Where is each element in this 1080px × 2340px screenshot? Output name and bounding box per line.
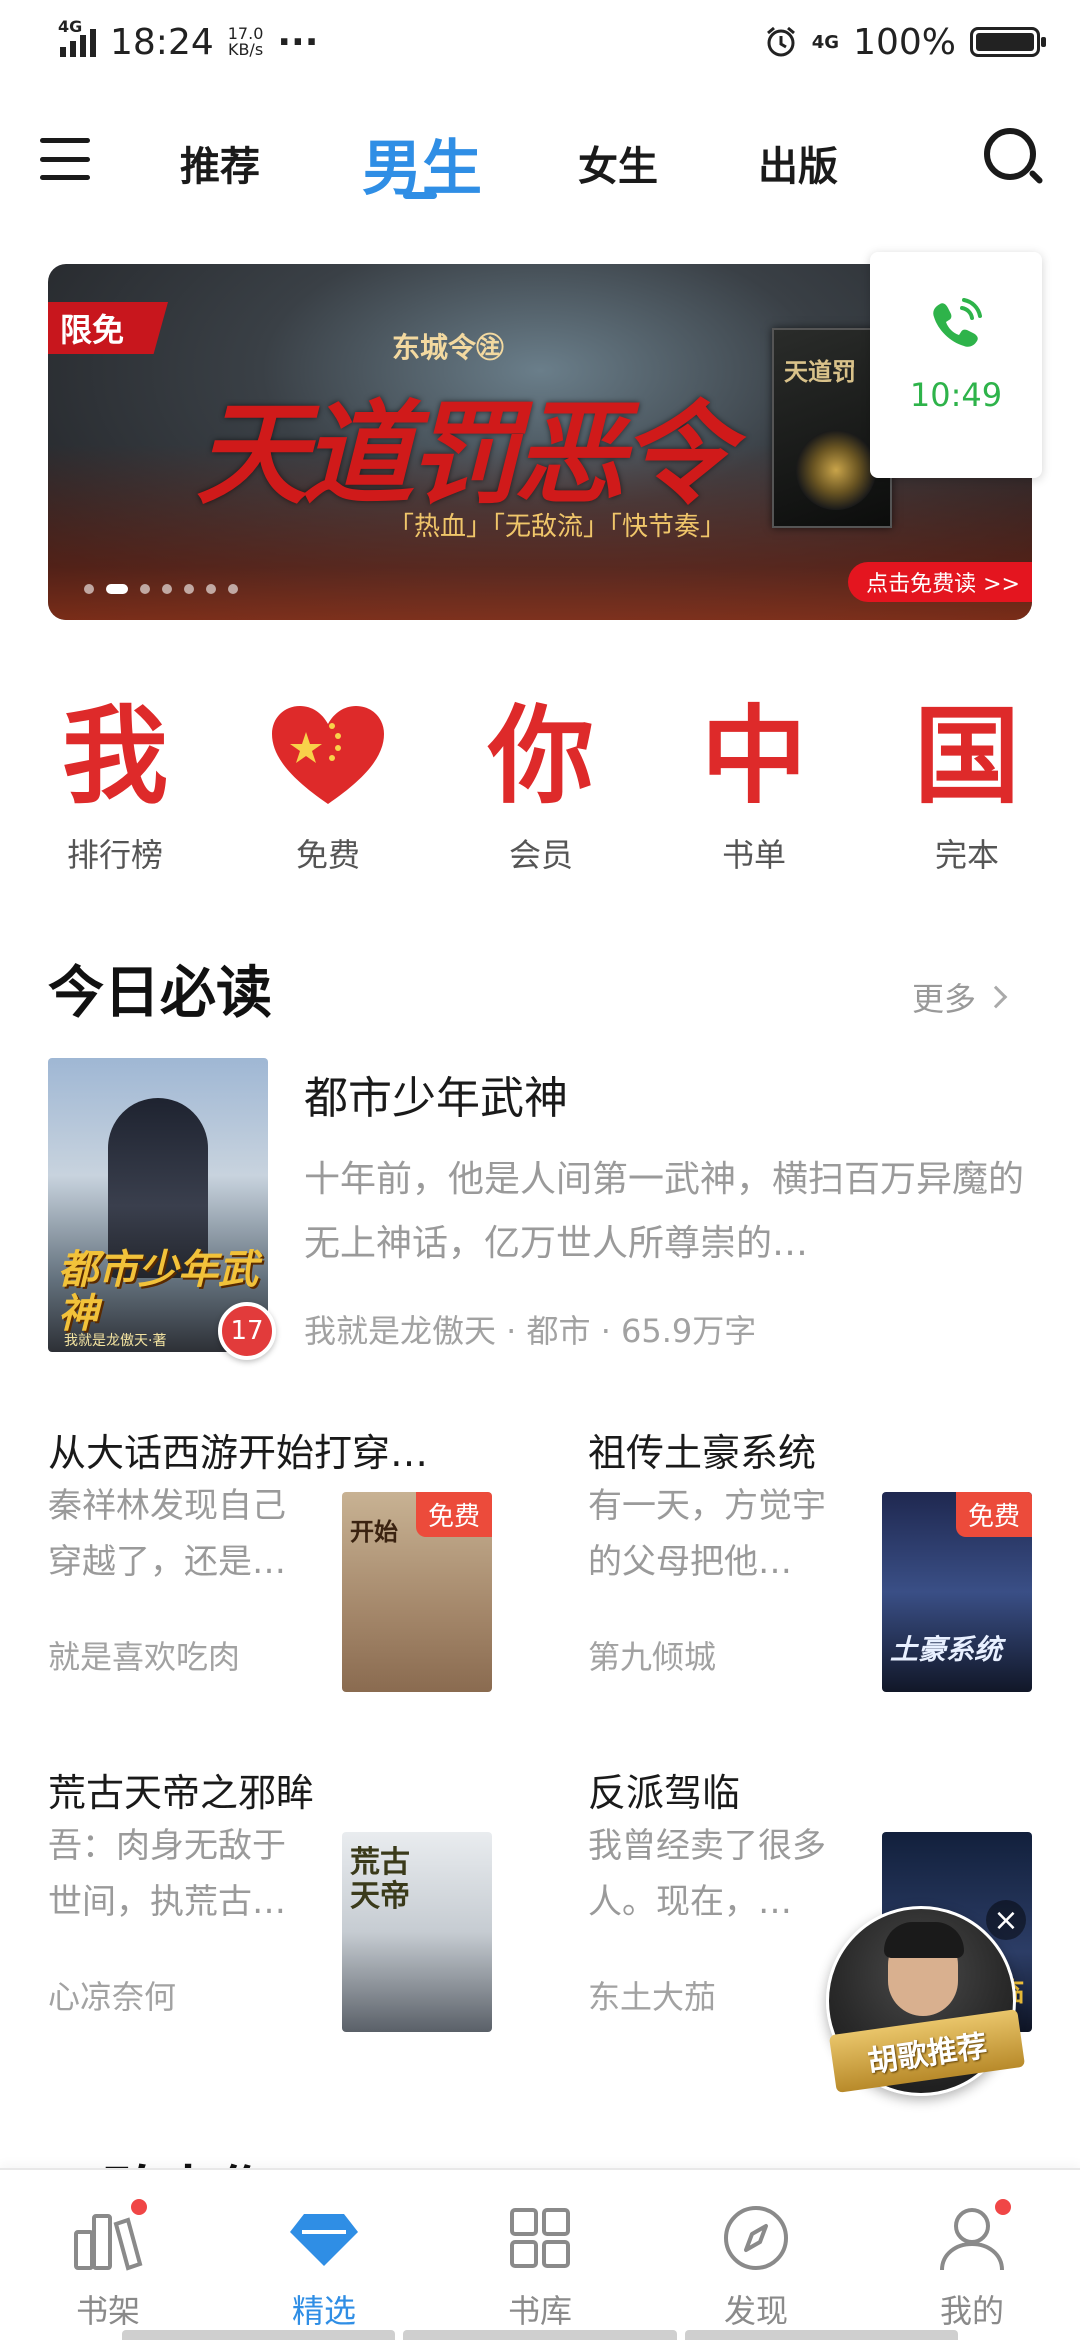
book-author: 东土大茄 xyxy=(588,1978,717,2016)
book-title: 祖传土豪系统 xyxy=(588,1431,817,1475)
status-right: 4G 100% xyxy=(764,21,1046,63)
compass-icon xyxy=(720,2202,792,2274)
network-speed: 17.0 KB/s xyxy=(228,26,264,58)
book-author: 心凉奈何 xyxy=(48,1978,177,2016)
book-title: 从大话西游开始打穿… xyxy=(48,1431,429,1475)
next-section-title: 口碑大作 xyxy=(48,2148,272,2170)
nav-label: 书库 xyxy=(507,2292,572,2330)
featured-book-meta: 我就是龙傲天 · 都市 · 65.9万字 xyxy=(304,1312,757,1350)
free-tag: 免费 xyxy=(955,1492,1032,1537)
category-ranking[interactable]: 我 排行榜 xyxy=(40,700,190,876)
diamond-icon xyxy=(288,2202,360,2274)
banner-genre-tags: 「热血」「无敌流」「快节奏」 xyxy=(388,512,727,542)
category-booklist[interactable]: 中 书单 xyxy=(679,700,829,876)
booklist-icon: 中 xyxy=(701,693,807,818)
book-cover: 荒古天帝 xyxy=(342,1832,492,2032)
nav-profile[interactable]: 我的 xyxy=(912,2196,1032,2332)
tab-recommend[interactable]: 推荐 xyxy=(180,134,260,192)
book-card[interactable]: 祖传土豪系统 有一天，方觉宇的父母把他… 第九倾城 土豪系统 免费 xyxy=(588,1422,1048,1702)
menu-icon[interactable] xyxy=(40,134,90,184)
nav-featured[interactable]: 精选 xyxy=(264,2202,384,2332)
category-label: 完本 xyxy=(934,836,999,874)
notification-dot xyxy=(128,2196,150,2218)
category-completed[interactable]: 国 完本 xyxy=(892,700,1042,876)
heart-flag-icon xyxy=(268,700,388,812)
book-cover: 开始 免费 xyxy=(342,1492,492,1692)
rank-badge: 17 xyxy=(218,1302,276,1360)
home-indicator xyxy=(122,2330,958,2340)
banner-title: 天道罚恶令 xyxy=(196,389,732,520)
section-title: 今日必读 xyxy=(48,960,272,1026)
alarm-icon xyxy=(766,26,795,57)
close-icon[interactable]: × xyxy=(986,1900,1026,1940)
vip-icon: 你 xyxy=(488,693,594,818)
network-type-right: 4G xyxy=(811,31,840,53)
book-desc: 吾：肉身无敌于世间，执荒古… xyxy=(48,1826,286,1922)
nav-bookshelf[interactable]: 书架 xyxy=(48,2196,168,2332)
bottom-nav: 书架 精选 书库 发现 我的 xyxy=(0,2168,1080,2340)
completed-icon: 国 xyxy=(914,693,1020,818)
battery-icon xyxy=(970,27,1046,57)
category-label: 免费 xyxy=(295,836,360,874)
book-author: 第九倾城 xyxy=(588,1638,717,1676)
category-label: 会员 xyxy=(508,836,573,874)
more-label: 更多 xyxy=(912,980,977,1018)
book-desc: 秦祥林发现自己穿越了，还是… xyxy=(48,1486,286,1582)
category-free[interactable]: 免费 xyxy=(253,700,403,876)
nav-label: 书架 xyxy=(75,2292,140,2330)
book-cover-title: 土豪系统 xyxy=(890,1633,1003,1666)
signal-icon: 4G xyxy=(58,17,96,57)
search-icon[interactable] xyxy=(984,128,1044,190)
network-type: 4G xyxy=(58,17,83,36)
clock: 18:24 xyxy=(110,21,214,63)
call-widget[interactable]: 10:49 xyxy=(870,252,1042,478)
tab-female[interactable]: 女生 xyxy=(578,134,658,192)
carousel-dots xyxy=(84,584,238,594)
free-read-button[interactable]: 点击免费读 >> xyxy=(848,562,1032,602)
phone-icon xyxy=(933,298,982,347)
nav-label: 我的 xyxy=(939,2292,1004,2330)
featured-cover-author: 我就是龙傲天·著 xyxy=(64,1333,167,1349)
chevron-right-icon xyxy=(984,985,1008,1009)
speed-unit: KB/s xyxy=(227,40,264,59)
featured-book-desc: 十年前，他是人间第一武神，横扫百万异魔的无上神话，亿万世人所尊崇的… xyxy=(304,1159,1025,1264)
notification-dot xyxy=(992,2196,1014,2218)
book-desc: 我曾经卖了很多人。现在，… xyxy=(588,1826,826,1922)
book-title: 荒古天帝之邪眸 xyxy=(48,1771,315,1815)
nav-label: 发现 xyxy=(723,2292,788,2330)
category-label: 书单 xyxy=(721,836,786,874)
call-duration: 10:49 xyxy=(909,376,1003,414)
featured-book-title[interactable]: 都市少年武神 xyxy=(304,1062,568,1126)
book-card[interactable]: 从大话西游开始打穿… 秦祥林发现自己穿越了，还是… 就是喜欢吃肉 开始 免费 xyxy=(48,1422,508,1702)
nav-label: 精选 xyxy=(291,2292,356,2330)
nav-library[interactable]: 书库 xyxy=(480,2202,600,2332)
category-vip[interactable]: 你 会员 xyxy=(466,700,616,876)
bookshelf-icon xyxy=(72,2196,150,2274)
book-cover-title: 开始 xyxy=(350,1517,398,1546)
status-bar: 4G 18:24 17.0 KB/s ··· 4G 100% xyxy=(0,0,1080,84)
book-author: 就是喜欢吃肉 xyxy=(48,1638,241,1676)
category-label: 排行榜 xyxy=(66,836,163,874)
book-card[interactable]: 荒古天帝之邪眸 吾：肉身无敌于世间，执荒古… 心凉奈何 荒古天帝 xyxy=(48,1762,508,2042)
book-desc: 有一天，方觉宇的父母把他… xyxy=(588,1486,826,1582)
active-tab-indicator xyxy=(403,192,437,199)
nav-discover[interactable]: 发现 xyxy=(696,2202,816,2332)
ranking-icon: 我 xyxy=(62,693,168,818)
profile-icon xyxy=(936,2196,1014,2274)
top-nav: 推荐 男生 女生 出版 xyxy=(0,100,1080,220)
more-notifications-icon: ··· xyxy=(277,21,319,63)
book-cover: 土豪系统 免费 xyxy=(882,1492,1032,1692)
status-left: 4G 18:24 17.0 KB/s ··· xyxy=(58,17,319,63)
battery-percent: 100% xyxy=(853,21,956,63)
banner-author: 东城令㊟ xyxy=(392,331,505,364)
book-title: 反派驾临 xyxy=(588,1771,741,1815)
grid-icon xyxy=(504,2202,576,2274)
category-grid: 我 排行榜 免费 你 会员 中 书单 国 完本 xyxy=(0,700,1080,875)
free-tag: 免费 xyxy=(415,1492,492,1537)
book-cover-title: 荒古天帝 xyxy=(350,1845,410,1914)
more-link[interactable]: 更多 xyxy=(912,974,1008,1020)
limited-free-tag: 限免 xyxy=(48,302,168,354)
tab-publish[interactable]: 出版 xyxy=(758,134,838,192)
